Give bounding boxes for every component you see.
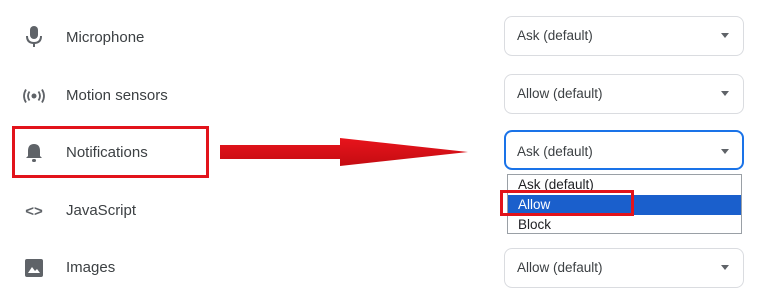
motion-sensors-icon [22,84,46,108]
image-icon [22,256,46,280]
microphone-label: Microphone [66,29,145,46]
chevron-down-icon [721,265,729,270]
motion-sensors-permission-select[interactable]: Allow (default) [504,74,744,114]
annotation-arrow-icon [220,138,468,166]
notifications-highlight-box [12,126,209,178]
allow-option-highlight-box [500,190,634,216]
javascript-label: JavaScript [66,202,137,219]
notifications-permission-value: Ask (default) [517,144,593,159]
code-icon: <> [25,202,43,220]
motion-sensors-label: Motion sensors [66,87,168,104]
images-permission-value: Allow (default) [517,260,603,275]
chevron-down-icon [721,91,729,96]
images-permission-select[interactable]: Allow (default) [504,248,744,288]
microphone-permission-value: Ask (default) [517,28,593,43]
microphone-permission-select[interactable]: Ask (default) [504,16,744,56]
images-label: Images [66,259,116,276]
option-block[interactable]: Block [508,215,741,235]
microphone-icon [22,25,46,49]
notifications-permission-select[interactable]: Ask (default) [504,130,744,170]
motion-sensors-permission-value: Allow (default) [517,86,603,101]
chevron-down-icon [721,149,729,154]
chevron-down-icon [721,33,729,38]
